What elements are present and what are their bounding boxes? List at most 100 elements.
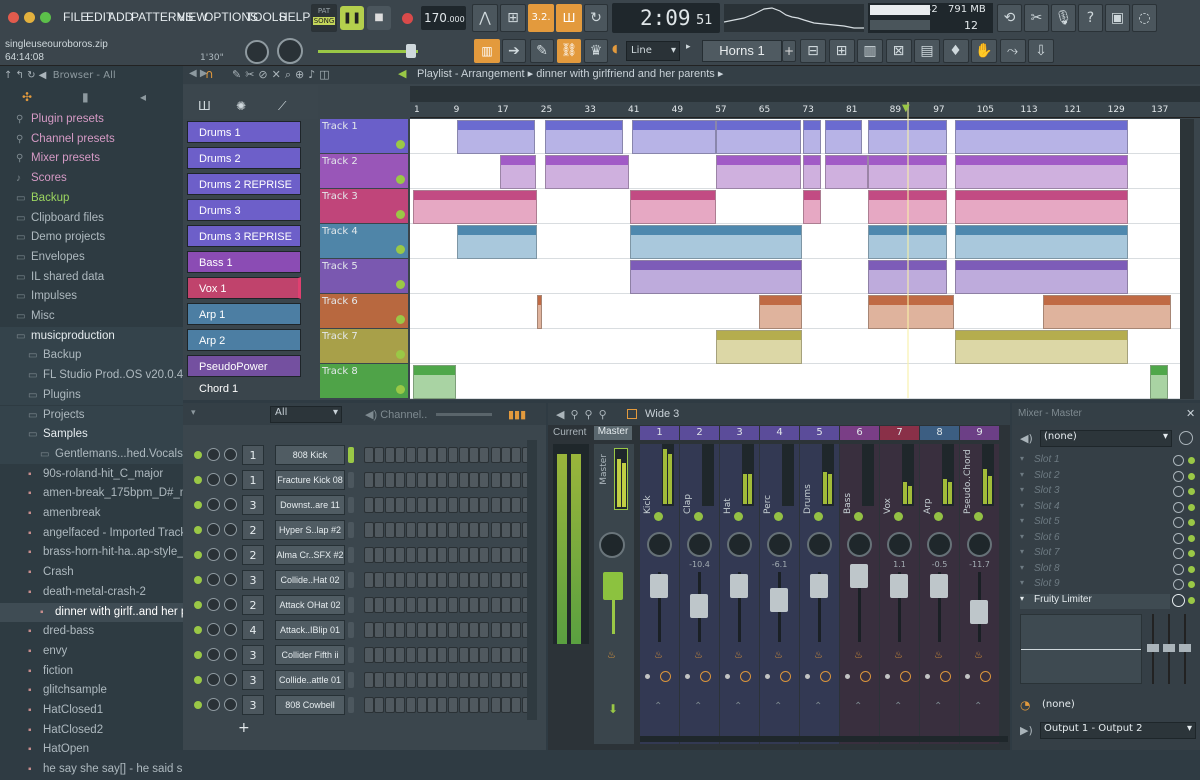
strip-link-icon[interactable]: ♨: [934, 650, 943, 661]
output-clock-icon[interactable]: ◔: [1020, 698, 1030, 712]
browser-nav-icons[interactable]: ↑ ↰ ↻ ◀: [4, 70, 46, 81]
channel-led[interactable]: [194, 476, 202, 484]
playlist-button[interactable]: ⊠: [885, 39, 912, 63]
step-button[interactable]: [469, 697, 479, 713]
master-volume-slider[interactable]: [318, 50, 418, 53]
channel-mixer-track[interactable]: 3: [242, 495, 264, 515]
channel-name[interactable]: Hyper S..lap #2: [275, 520, 345, 540]
tempo-display[interactable]: 170.000: [421, 6, 466, 30]
strip-header[interactable]: 6: [840, 426, 879, 440]
slot-enable-led[interactable]: [1188, 550, 1195, 557]
step-button[interactable]: [490, 447, 501, 463]
step-button[interactable]: [384, 672, 395, 688]
strip-fader[interactable]: [730, 574, 748, 598]
channel-volume-knob[interactable]: [224, 623, 237, 636]
channel-pan-knob[interactable]: [207, 673, 220, 686]
step-button[interactable]: [394, 647, 405, 663]
step-button[interactable]: [448, 447, 459, 463]
track-mute-led[interactable]: [396, 315, 405, 324]
slot-mix-knob[interactable]: [1173, 517, 1184, 528]
channel-volume-knob[interactable]: [224, 598, 237, 611]
pattern-clip[interactable]: [868, 295, 954, 329]
browser-item[interactable]: ▭ Backup: [0, 189, 183, 209]
strip-pan-knob[interactable]: [807, 532, 832, 557]
step-button[interactable]: [500, 597, 511, 613]
step-button[interactable]: [458, 572, 469, 588]
step-button[interactable]: [426, 697, 437, 713]
master-link-icon[interactable]: ♨: [607, 650, 616, 661]
step-button[interactable]: [384, 522, 395, 538]
step-button[interactable]: [426, 522, 437, 538]
browser-item[interactable]: ▭ Impulses: [0, 287, 183, 307]
browser-item[interactable]: ▭ Envelopes: [0, 248, 183, 268]
step-button[interactable]: [384, 647, 395, 663]
close-window-button[interactable]: [8, 12, 19, 23]
browser-item[interactable]: ▪ dred-bass: [0, 622, 183, 642]
browser-item[interactable]: ▪ HatClosed1: [0, 701, 183, 721]
menu-help[interactable]: HELP: [279, 10, 310, 24]
strip-clock-icon[interactable]: [940, 671, 951, 682]
step-button[interactable]: [426, 497, 437, 513]
strip-arrow-icon[interactable]: ⌃: [694, 701, 702, 712]
step-button[interactable]: [394, 697, 405, 713]
step-button[interactable]: [394, 447, 405, 463]
slot-enable-led[interactable]: [1188, 472, 1195, 480]
strip-header[interactable]: 9: [960, 426, 999, 440]
channel-scrollbar[interactable]: [527, 440, 537, 720]
channel-select-indicator[interactable]: [348, 697, 354, 713]
channel-mixer-track[interactable]: 3: [242, 570, 264, 590]
strip-header[interactable]: 4: [760, 426, 799, 440]
step-button[interactable]: [437, 647, 448, 663]
step-button[interactable]: [469, 647, 479, 663]
step-button[interactable]: [416, 622, 427, 638]
pattern-item[interactable]: Vox 1: [187, 277, 301, 299]
step-button[interactable]: [406, 597, 417, 613]
track-header[interactable]: Track 3: [320, 189, 408, 223]
step-button[interactable]: [374, 672, 385, 688]
playlist-scrollbar[interactable]: [1180, 119, 1194, 399]
strip-route-led[interactable]: [805, 674, 810, 679]
mixer-preset[interactable]: Wide 3: [645, 408, 679, 420]
channel-name[interactable]: Collide..attle 01: [275, 670, 345, 690]
step-button[interactable]: [384, 497, 395, 513]
step-button[interactable]: [384, 547, 395, 563]
step-button[interactable]: [469, 522, 479, 538]
strip-fader[interactable]: [770, 588, 788, 612]
step-button[interactable]: [500, 622, 511, 638]
eq-band-3-handle[interactable]: [1179, 644, 1191, 652]
pattern-item[interactable]: Arp 1: [187, 303, 301, 325]
strip-fader[interactable]: [850, 564, 868, 588]
limiter-mix-knob[interactable]: [1172, 593, 1185, 607]
browser-item[interactable]: ▭ musicproduction: [0, 326, 183, 347]
step-button[interactable]: [364, 672, 374, 688]
strip-header[interactable]: 5: [800, 426, 839, 440]
step-button[interactable]: [406, 447, 417, 463]
step-button[interactable]: [416, 672, 427, 688]
record-button[interactable]: [396, 6, 418, 30]
stop-button[interactable]: ■: [367, 6, 391, 30]
step-button[interactable]: [479, 497, 490, 513]
pattern-clip[interactable]: [545, 155, 629, 189]
strip-fader[interactable]: [890, 574, 908, 598]
step-button[interactable]: [384, 622, 395, 638]
channel-led[interactable]: [194, 701, 202, 709]
pattern-clip[interactable]: [630, 225, 802, 259]
channel-pan-knob[interactable]: [207, 698, 220, 711]
browser-item[interactable]: ▭ Gentlemans...hed.Vocals.1: [0, 444, 183, 465]
master-volume-knob[interactable]: [245, 40, 269, 64]
browser-item[interactable]: ▪ envy: [0, 642, 183, 662]
slot-enable-led[interactable]: [1188, 534, 1195, 542]
strip-arrow-icon[interactable]: ⌃: [734, 701, 742, 712]
effect-slot[interactable]: Slot 6 ▾: [1020, 532, 1170, 547]
effect-slot-limiter[interactable]: Fruity Limiter ▾: [1020, 593, 1170, 609]
slot-mix-knob[interactable]: [1173, 563, 1184, 575]
channel-led[interactable]: [194, 601, 202, 609]
pattern-clip[interactable]: [825, 120, 862, 154]
step-button[interactable]: [490, 647, 501, 663]
mixer-tool-icons[interactable]: ◀⚲⚲⚲: [556, 408, 613, 421]
step-button[interactable]: [406, 572, 417, 588]
step-button[interactable]: [437, 472, 448, 488]
master-volume-handle[interactable]: [406, 44, 416, 58]
save-button[interactable]: ▣: [1105, 4, 1130, 32]
step-button[interactable]: [416, 647, 427, 663]
